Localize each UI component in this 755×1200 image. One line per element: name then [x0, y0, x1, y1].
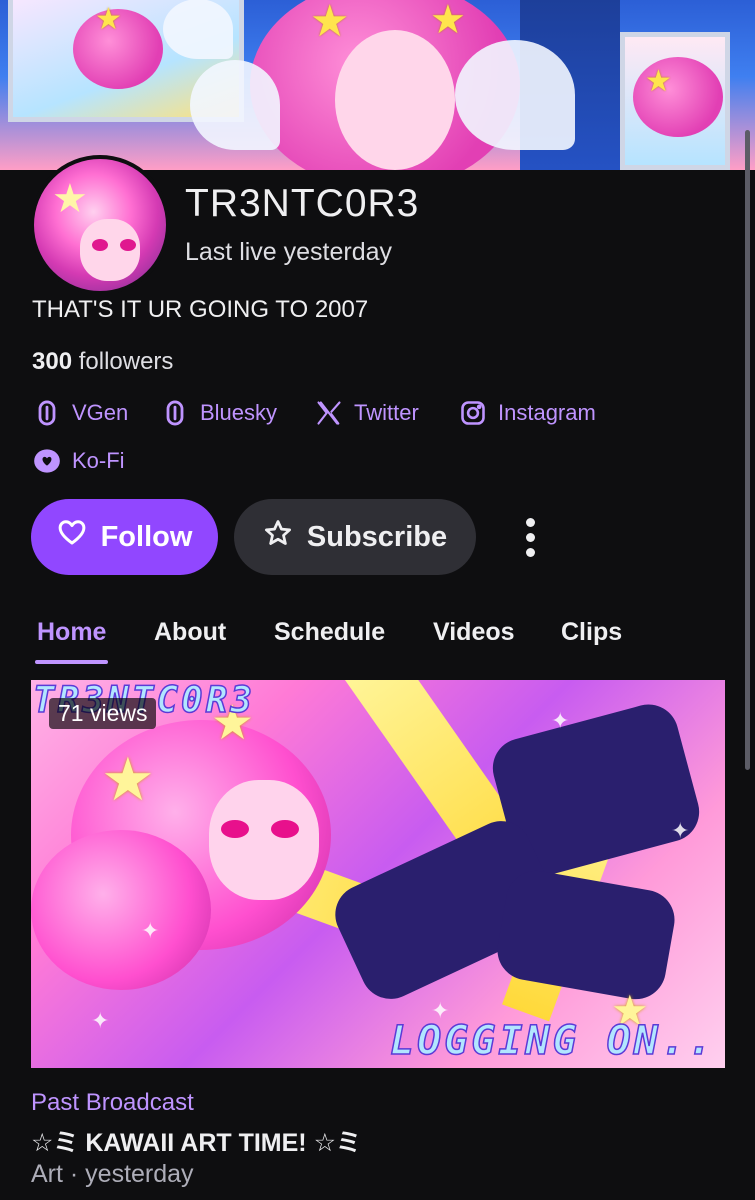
- follow-button[interactable]: Follow: [31, 499, 218, 575]
- scrollbar[interactable]: [745, 130, 750, 770]
- follower-label: followers: [72, 348, 174, 375]
- tab-home[interactable]: Home: [34, 618, 109, 664]
- more-options-icon[interactable]: [510, 512, 550, 562]
- tab-schedule[interactable]: Schedule: [274, 618, 385, 662]
- follow-button-label: Follow: [100, 520, 193, 553]
- channel-name: TR3NTC0R3: [185, 182, 420, 225]
- channel-bio: THAT'S IT UR GOING TO 2007: [32, 296, 369, 323]
- social-link-vgen[interactable]: VGen: [32, 398, 128, 428]
- social-link-label: Twitter: [354, 400, 419, 425]
- follower-number: 300: [32, 348, 73, 375]
- subscribe-button-label: Subscribe: [306, 520, 448, 553]
- heart-icon: [57, 518, 87, 556]
- video-thumbnail[interactable]: ★ ★ ★ ✦ ✦ ✦ ✦ ✦ TR3NTC0R3 LOGGING ON..: [31, 680, 725, 1068]
- view-count-badge: 71 views: [49, 698, 157, 729]
- instagram-icon: [458, 398, 488, 428]
- social-link-kofi[interactable]: Ko-Fi: [32, 446, 125, 476]
- social-link-bluesky[interactable]: Bluesky: [160, 398, 277, 428]
- video-title[interactable]: ☆ミ KAWAII ART TIME! ☆ミ: [31, 1123, 361, 1159]
- channel-banner: ★ ★ ★ ★: [0, 0, 755, 170]
- video-type-label: Past Broadcast: [31, 1089, 194, 1116]
- video-meta: Art · yesterday: [31, 1160, 194, 1188]
- banner-frame-right: ★: [620, 32, 730, 170]
- tab-clips[interactable]: Clips: [561, 618, 622, 662]
- social-link-label: Bluesky: [200, 400, 278, 425]
- kofi-icon: [32, 446, 62, 476]
- channel-tabs: Home About Schedule Videos Clips: [0, 618, 755, 668]
- star-icon: [263, 518, 293, 556]
- x-twitter-icon: [314, 398, 344, 428]
- tab-videos[interactable]: Videos: [433, 618, 515, 662]
- thumbnail-tag-text: LOGGING ON..: [389, 1017, 715, 1065]
- social-link-twitter[interactable]: Twitter: [314, 398, 419, 428]
- social-link-label: Ko-Fi: [72, 448, 125, 473]
- channel-avatar[interactable]: ★: [30, 155, 170, 295]
- link-icon: [160, 398, 190, 428]
- social-link-label: Instagram: [498, 400, 596, 425]
- social-link-label: VGen: [72, 400, 129, 425]
- follower-count: 300 followers: [32, 348, 173, 376]
- social-link-instagram[interactable]: Instagram: [458, 398, 596, 428]
- last-live-status: Last live yesterday: [185, 238, 393, 266]
- tab-about[interactable]: About: [154, 618, 226, 662]
- subscribe-button[interactable]: Subscribe: [234, 499, 476, 575]
- link-icon: [32, 398, 62, 428]
